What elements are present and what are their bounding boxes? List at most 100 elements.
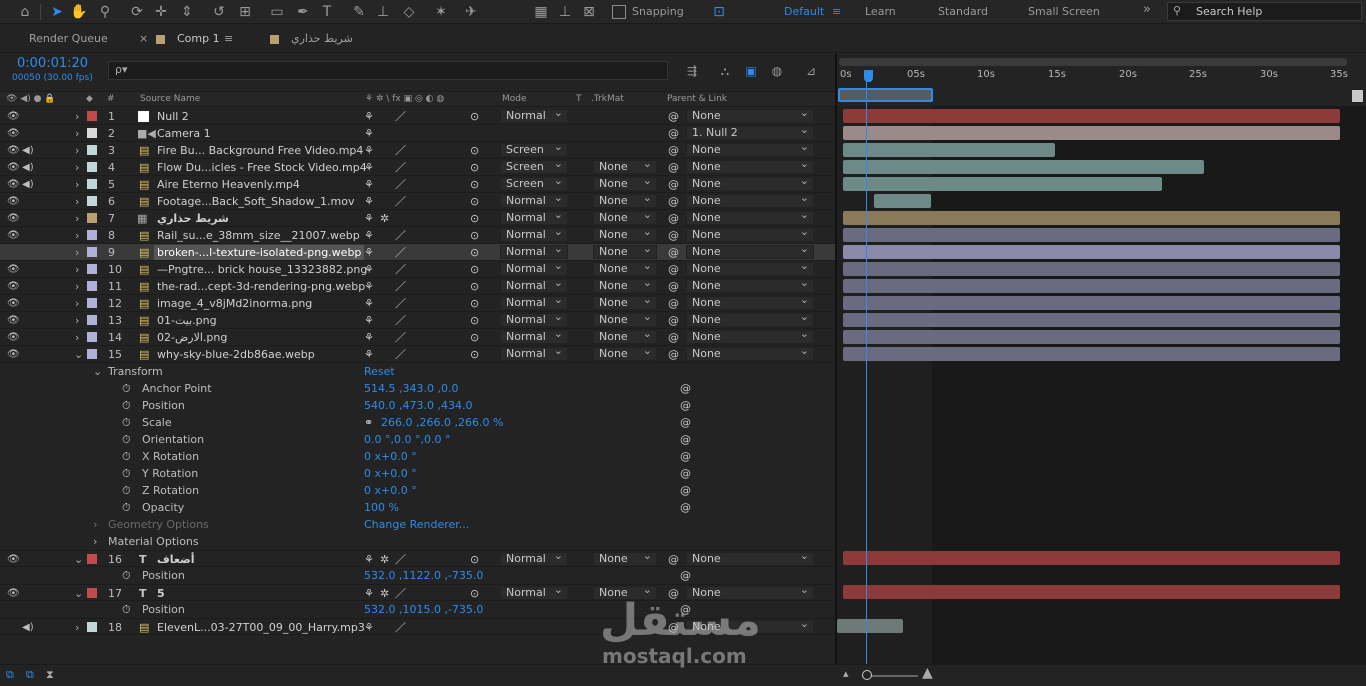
tab-comp-arabic[interactable]: شريط حذاري [291, 32, 353, 45]
3d-layer-switch-icon[interactable]: ⊙ [470, 211, 479, 226]
layer-row[interactable]: 👁 ⌄ 15 ▤ why-sky-blue-2db86ae.webp ⚘ ／ ⊙… [0, 345, 835, 363]
quality-switch-icon[interactable]: ／ [395, 296, 406, 311]
3d-layer-switch-icon[interactable]: ⊙ [470, 330, 479, 345]
parent-dropdown[interactable]: None [686, 328, 814, 344]
expression-pick-whip-icon[interactable]: @ [680, 568, 691, 583]
quality-switch-icon[interactable]: ／ [395, 245, 406, 260]
layer-label-swatch[interactable] [87, 247, 97, 257]
expression-pick-whip-icon[interactable]: @ [680, 500, 691, 515]
expand-chevron-icon[interactable]: › [75, 313, 79, 328]
pick-whip-icon[interactable]: @ [668, 109, 679, 124]
local-axis-icon[interactable]: ▦ [532, 3, 550, 21]
change-renderer-link[interactable]: Change Renderer... [364, 517, 469, 532]
track-matte-dropdown[interactable]: None [593, 192, 657, 208]
layer-search-input[interactable]: ρ▾ [108, 61, 668, 80]
quality-switch-icon[interactable]: ／ [395, 228, 406, 243]
layer-label-swatch[interactable] [87, 162, 97, 172]
roto-brush-icon[interactable]: ✶ [432, 3, 450, 21]
parent-dropdown[interactable]: None [686, 192, 814, 208]
pick-whip-icon[interactable]: @ [668, 330, 679, 345]
expand-chevron-icon[interactable]: › [75, 211, 79, 226]
workspace-learn[interactable]: Learn [865, 5, 896, 18]
layer-row[interactable]: 👁 › 2 ■◀ Camera 1 ⚘ @ 1. Null 2 [0, 124, 835, 142]
graph-editor-icon[interactable]: ⊿ [802, 62, 820, 80]
expand-chevron-icon[interactable]: › [75, 143, 79, 158]
shy-switch-icon[interactable]: ⚘ [364, 552, 374, 567]
layer-row[interactable]: 👁 ◀) › 3 ▤ Fire Bu... Background Free Vi… [0, 141, 835, 159]
zoom-slider-handle[interactable] [862, 670, 872, 680]
blend-mode-dropdown[interactable]: Normal [500, 311, 568, 327]
audio-speaker-icon[interactable]: ◀) [22, 620, 34, 635]
shy-switch-icon[interactable]: ⚘ [364, 347, 374, 362]
hand-tool-icon[interactable]: ✋ [70, 3, 88, 21]
visibility-eye-icon[interactable]: 👁 [7, 279, 20, 294]
shy-switch-icon[interactable]: ⚘ [364, 194, 374, 209]
visibility-eye-icon[interactable]: 👁 [7, 160, 20, 175]
layer-label-swatch[interactable] [87, 349, 97, 359]
shy-switch-icon[interactable]: ⚘ [364, 279, 374, 294]
shy-switch-icon[interactable]: ⚘ [364, 126, 374, 141]
shy-switch-icon[interactable]: ⚘ [364, 620, 374, 635]
puppet-pin-icon[interactable]: ✈ [462, 3, 480, 21]
layer-source-name[interactable]: 01-بيت.png [157, 313, 217, 328]
pick-whip-icon[interactable]: @ [668, 177, 679, 192]
layer-row[interactable]: 👁 › 7 ▦ شريط حذاري ⚘ ✲ ⊙ Normal None @ N… [0, 209, 835, 227]
layer-bar[interactable] [843, 313, 1340, 327]
layer-label-swatch[interactable] [87, 196, 97, 206]
layer-source-name[interactable]: Footage...Back_Soft_Shadow_1.mov [157, 194, 354, 209]
shy-switch-icon[interactable]: ⚘ [364, 109, 374, 124]
quality-switch-icon[interactable]: ／ [395, 177, 406, 192]
visibility-eye-icon[interactable]: 👁 [7, 143, 20, 158]
pick-whip-icon[interactable]: @ [668, 143, 679, 158]
layer-source-name[interactable]: Camera 1 [157, 126, 211, 141]
layer-bar[interactable] [843, 109, 1340, 123]
blend-mode-dropdown[interactable]: Normal [500, 584, 568, 600]
3d-layer-switch-icon[interactable]: ⊙ [470, 262, 479, 277]
layer-row-selected[interactable]: › 9 ▤ broken-...l-texture-isolated-png.w… [0, 243, 835, 261]
expand-chevron-icon[interactable]: › [75, 109, 79, 124]
collapse-chevron-icon[interactable]: ⌄ [74, 552, 83, 567]
blend-mode-dropdown[interactable]: Normal [500, 226, 568, 242]
property-value[interactable]: 532.0 ,1015.0 ,-735.0 [364, 602, 483, 617]
audio-speaker-icon[interactable]: ◀) [22, 143, 34, 158]
tab-menu-icon[interactable]: ≡ [224, 32, 233, 45]
layer-label-swatch[interactable] [87, 128, 97, 138]
dolly-camera-icon[interactable]: ⇕ [178, 3, 196, 21]
3d-layer-switch-icon[interactable]: ⊙ [470, 313, 479, 328]
3d-layer-switch-icon[interactable]: ⊙ [470, 228, 479, 243]
collapse-switch-icon[interactable]: ✲ [380, 552, 389, 567]
shy-switch-icon[interactable]: ⚘ [364, 177, 374, 192]
snap-options-icon[interactable]: ⊡ [710, 3, 728, 21]
expand-chevron-icon[interactable]: › [75, 296, 79, 311]
stopwatch-icon[interactable]: ⏱ [122, 398, 131, 413]
layer-label-swatch[interactable] [87, 315, 97, 325]
motion-blur-icon[interactable]: ◍ [768, 62, 786, 80]
visibility-eye-icon[interactable]: 👁 [7, 126, 20, 141]
geometry-options-row[interactable]: › Geometry Options Change Renderer... [0, 516, 835, 533]
layer-source-name[interactable]: image_4_v8jMd2inorma.png [157, 296, 312, 311]
visibility-eye-icon[interactable]: 👁 [7, 109, 20, 124]
visibility-eye-icon[interactable]: 👁 [7, 262, 20, 277]
toggle-modes-icon[interactable]: ⧉ [26, 668, 34, 682]
more-workspaces-button[interactable]: » [1143, 2, 1151, 17]
layer-label-swatch[interactable] [87, 179, 97, 189]
layer-source-name[interactable]: ElevenL...03-27T00_09_00_Harry.mp3 [157, 620, 365, 635]
pick-whip-icon[interactable]: @ [668, 211, 679, 226]
quality-switch-icon[interactable]: ／ [395, 620, 406, 635]
expand-chevron-icon[interactable]: › [75, 177, 79, 192]
visibility-eye-icon[interactable]: 👁 [7, 313, 20, 328]
expression-pick-whip-icon[interactable]: @ [680, 432, 691, 447]
blend-mode-dropdown[interactable]: Normal [500, 243, 568, 259]
stopwatch-icon[interactable]: ⏱ [122, 415, 131, 430]
pen-tool-icon[interactable]: ✒ [294, 3, 312, 21]
visibility-eye-icon[interactable]: 👁 [7, 296, 20, 311]
layer-bar[interactable] [843, 126, 1340, 140]
3d-layer-switch-icon[interactable]: ⊙ [470, 160, 479, 175]
layer-row[interactable]: 👁 › 14 ▤ 02-الارض.png ⚘ ／ ⊙ Normal None … [0, 328, 835, 346]
current-time-display[interactable]: 0:00:01:20 [17, 56, 88, 71]
track-matte-dropdown[interactable]: None [593, 277, 657, 293]
layer-label-swatch[interactable] [87, 298, 97, 308]
workspace-small-screen[interactable]: Small Screen [1028, 5, 1100, 18]
workspace-default[interactable]: Default [784, 5, 824, 18]
stopwatch-icon[interactable]: ⏱ [122, 602, 131, 617]
